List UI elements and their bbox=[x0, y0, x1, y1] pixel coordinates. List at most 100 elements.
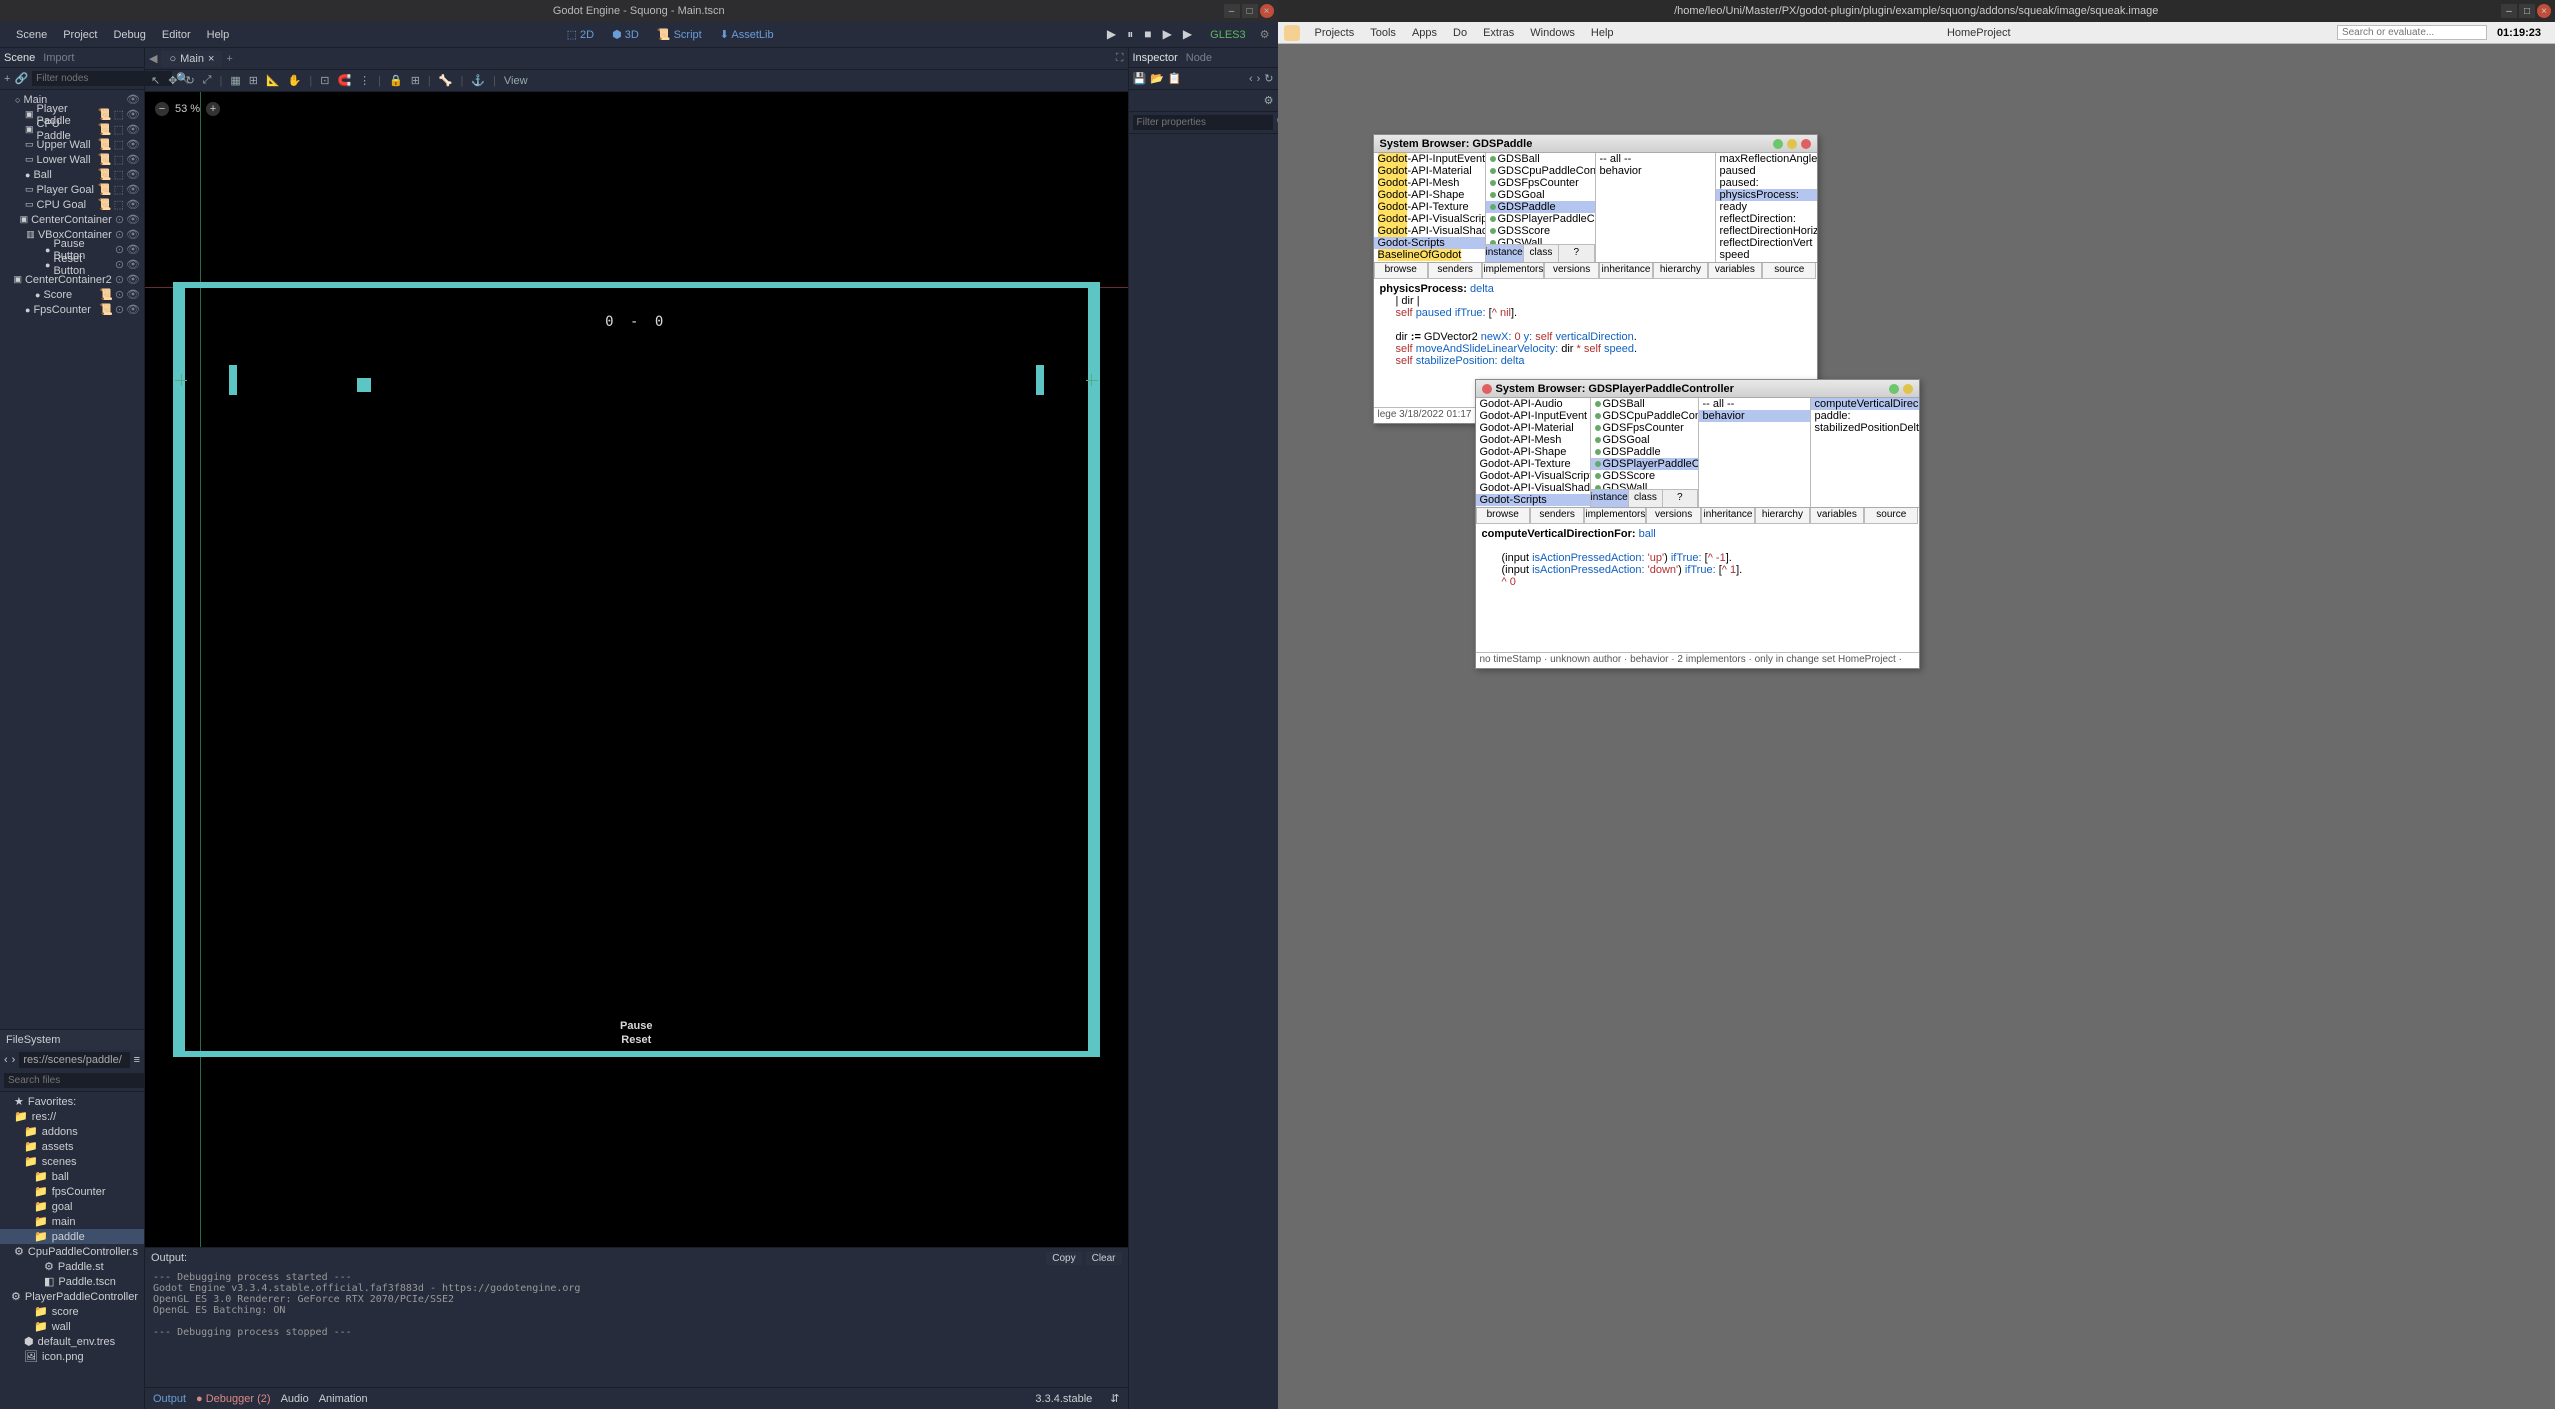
list-item[interactable]: GDSPlayerPaddleCo bbox=[1486, 213, 1595, 225]
list-item[interactable]: reflectDirectionVert bbox=[1716, 237, 1817, 249]
list-item[interactable]: GDSScore bbox=[1486, 225, 1595, 237]
magnet-icon[interactable]: 🧲 bbox=[335, 74, 353, 87]
list-item[interactable]: GDSScore bbox=[1591, 470, 1698, 482]
list-item[interactable]: speed bbox=[1716, 249, 1817, 261]
class-list[interactable]: GDSBallGDSCpuPaddleContGDSFpsCounterGDSG… bbox=[1486, 153, 1595, 244]
class-list[interactable]: GDSBallGDSCpuPaddleContGDSFpsCounterGDSG… bbox=[1591, 398, 1698, 489]
list-item[interactable]: -- all -- bbox=[1699, 398, 1810, 410]
category-list[interactable]: Godot-API-InputEventGodot-API-MaterialGo… bbox=[1374, 153, 1485, 262]
zoom-level[interactable]: 53 % bbox=[175, 103, 200, 115]
fs-item[interactable]: 📁fpsCounter bbox=[0, 1184, 144, 1199]
expand-icon[interactable]: ⛶ bbox=[1116, 52, 1124, 65]
output-log[interactable]: --- Debugging process started --- Godot … bbox=[145, 1268, 1128, 1387]
snap-tool-icon[interactable]: ⊞ bbox=[247, 74, 260, 87]
minimize-button[interactable]: – bbox=[2501, 4, 2517, 18]
list-item[interactable]: GDSWall bbox=[1486, 237, 1595, 244]
list-item[interactable]: paused: bbox=[1716, 177, 1817, 189]
list-item[interactable]: Godot-API-Texture bbox=[1374, 201, 1485, 213]
class-tab[interactable]: class bbox=[1524, 245, 1559, 262]
fs-item[interactable]: ◧Paddle.tscn bbox=[0, 1274, 144, 1289]
fs-item[interactable]: 📁scenes bbox=[0, 1154, 144, 1169]
list-item[interactable]: Godot-API-VisualScript bbox=[1476, 470, 1590, 482]
list-item[interactable]: Godot-API-Shape bbox=[1476, 446, 1590, 458]
fwd-icon[interactable]: › bbox=[1257, 73, 1261, 85]
tree-node[interactable]: ▭CPU Goal📜⬚👁 bbox=[0, 197, 144, 212]
red-dot-icon[interactable] bbox=[1482, 384, 1492, 394]
list-item[interactable]: ready bbox=[1716, 201, 1817, 213]
versions-button[interactable]: versions bbox=[1544, 263, 1598, 279]
menu-extras[interactable]: Extras bbox=[1476, 27, 1521, 39]
fs-path[interactable]: res://scenes/paddle/ bbox=[19, 1052, 129, 1068]
tree-node[interactable]: ●Reset Button⊙👁 bbox=[0, 257, 144, 272]
fs-item[interactable]: ⚙PlayerPaddleController bbox=[0, 1289, 144, 1304]
squeak-logo-icon[interactable] bbox=[1284, 25, 1300, 41]
tool-assetlib[interactable]: ⬇ AssetLib bbox=[714, 26, 780, 43]
pause-button[interactable]: ⏸ bbox=[1123, 27, 1137, 41]
list-item[interactable]: computeVerticalDirec bbox=[1811, 398, 1919, 410]
fs-item[interactable]: 📁res:// bbox=[0, 1109, 144, 1124]
variables-button[interactable]: variables bbox=[1810, 508, 1864, 524]
fs-item[interactable]: 📁addons bbox=[0, 1124, 144, 1139]
back-icon[interactable]: ‹ bbox=[1249, 73, 1253, 85]
fs-item[interactable]: ⚙CpuPaddleController.s bbox=[0, 1244, 144, 1259]
add-scene-icon[interactable]: + bbox=[226, 53, 232, 65]
list-item[interactable]: Godot-Scripts bbox=[1476, 494, 1590, 506]
fs-item[interactable]: 📁ball bbox=[0, 1169, 144, 1184]
menu-help[interactable]: Help bbox=[1584, 27, 1621, 39]
filesystem-list[interactable]: ★Favorites:📁res://📁addons📁assets📁scenes📁… bbox=[0, 1092, 144, 1409]
green-dot-icon[interactable] bbox=[1773, 139, 1783, 149]
browse-button[interactable]: browse bbox=[1476, 508, 1530, 524]
list-item[interactable]: GDSPaddle bbox=[1591, 446, 1698, 458]
zoom-in-icon[interactable]: + bbox=[206, 102, 220, 116]
add-node-icon[interactable]: + bbox=[4, 73, 10, 85]
toggle-panel-icon[interactable]: ⇵ bbox=[1110, 1392, 1119, 1405]
bone-icon[interactable]: 🦴 bbox=[437, 74, 455, 87]
tree-node[interactable]: ▭Upper Wall📜⬚👁 bbox=[0, 137, 144, 152]
tree-node[interactable]: ●Score📜⊙👁 bbox=[0, 287, 144, 302]
method-list[interactable]: computeVerticalDirecpaddle:stabilizedPos… bbox=[1811, 398, 1919, 507]
menu-tools[interactable]: Tools bbox=[1363, 27, 1403, 39]
bottom-tab-output[interactable]: Output bbox=[153, 1393, 186, 1405]
tool-3d[interactable]: ⬢ 3D bbox=[606, 26, 645, 43]
tree-node[interactable]: ▭Lower Wall📜⬚👁 bbox=[0, 152, 144, 167]
zoom-out-icon[interactable]: − bbox=[155, 102, 169, 116]
menu-project[interactable]: Project bbox=[55, 29, 105, 41]
protocol-list[interactable]: -- all --behavior bbox=[1699, 398, 1810, 507]
list-item[interactable]: GDSFpsCounter bbox=[1486, 177, 1595, 189]
play-scene-button[interactable]: ▶ bbox=[1159, 27, 1176, 41]
tree-node[interactable]: ▣CenterContainer⊙👁 bbox=[0, 212, 144, 227]
node-tab[interactable]: Node bbox=[1186, 52, 1212, 64]
system-browser-2[interactable]: System Browser: GDSPlayerPaddleControlle… bbox=[1475, 379, 1920, 669]
search-input[interactable] bbox=[2337, 25, 2487, 40]
yellow-dot-icon[interactable] bbox=[1903, 384, 1913, 394]
list-item[interactable]: GDSFpsCounter bbox=[1591, 422, 1698, 434]
green-dot-icon[interactable] bbox=[1889, 384, 1899, 394]
grid-icon[interactable]: ⊡ bbox=[318, 74, 331, 87]
browser-titlebar[interactable]: System Browser: GDSPlayerPaddleControlle… bbox=[1476, 380, 1919, 398]
inheritance-button[interactable]: inheritance bbox=[1599, 263, 1653, 279]
list-item[interactable]: GDSCpuPaddleCont bbox=[1591, 410, 1698, 422]
list-item[interactable]: GDSGoal bbox=[1486, 189, 1595, 201]
project-name[interactable]: HomeProject bbox=[1937, 27, 2021, 39]
fs-search-input[interactable] bbox=[4, 1073, 144, 1088]
list-item[interactable]: reflectDirectionHoriz bbox=[1716, 225, 1817, 237]
viewport[interactable]: − 53 % + 0 - 0 Pause Reset bbox=[145, 92, 1128, 1247]
close-icon[interactable]: × bbox=[208, 53, 214, 65]
list-item[interactable]: maxReflectionAngle bbox=[1716, 153, 1817, 165]
menu-projects[interactable]: Projects bbox=[1308, 27, 1362, 39]
pan-tool-icon[interactable]: ✋ bbox=[286, 74, 304, 87]
list-item[interactable]: GDSPlayerPaddleCo bbox=[1591, 458, 1698, 470]
minimize-button[interactable]: – bbox=[1224, 4, 1240, 18]
list-item[interactable]: GDSCpuPaddleCont bbox=[1486, 165, 1595, 177]
list-item[interactable]: -- all -- bbox=[1596, 153, 1715, 165]
browse-button[interactable]: browse bbox=[1374, 263, 1428, 279]
red-dot-icon[interactable] bbox=[1801, 139, 1811, 149]
list-item[interactable]: stabilizedPositionDelt bbox=[1811, 422, 1919, 434]
settings-icon[interactable]: ⚙ bbox=[1264, 94, 1274, 107]
group-icon[interactable]: ⊞ bbox=[409, 74, 422, 87]
play-custom-button[interactable]: ▶ bbox=[1179, 27, 1196, 41]
fs-item[interactable]: ⬢default_env.tres bbox=[0, 1334, 144, 1349]
variables-button[interactable]: variables bbox=[1708, 263, 1762, 279]
menu-help[interactable]: Help bbox=[199, 29, 238, 41]
senders-button[interactable]: senders bbox=[1530, 508, 1584, 524]
